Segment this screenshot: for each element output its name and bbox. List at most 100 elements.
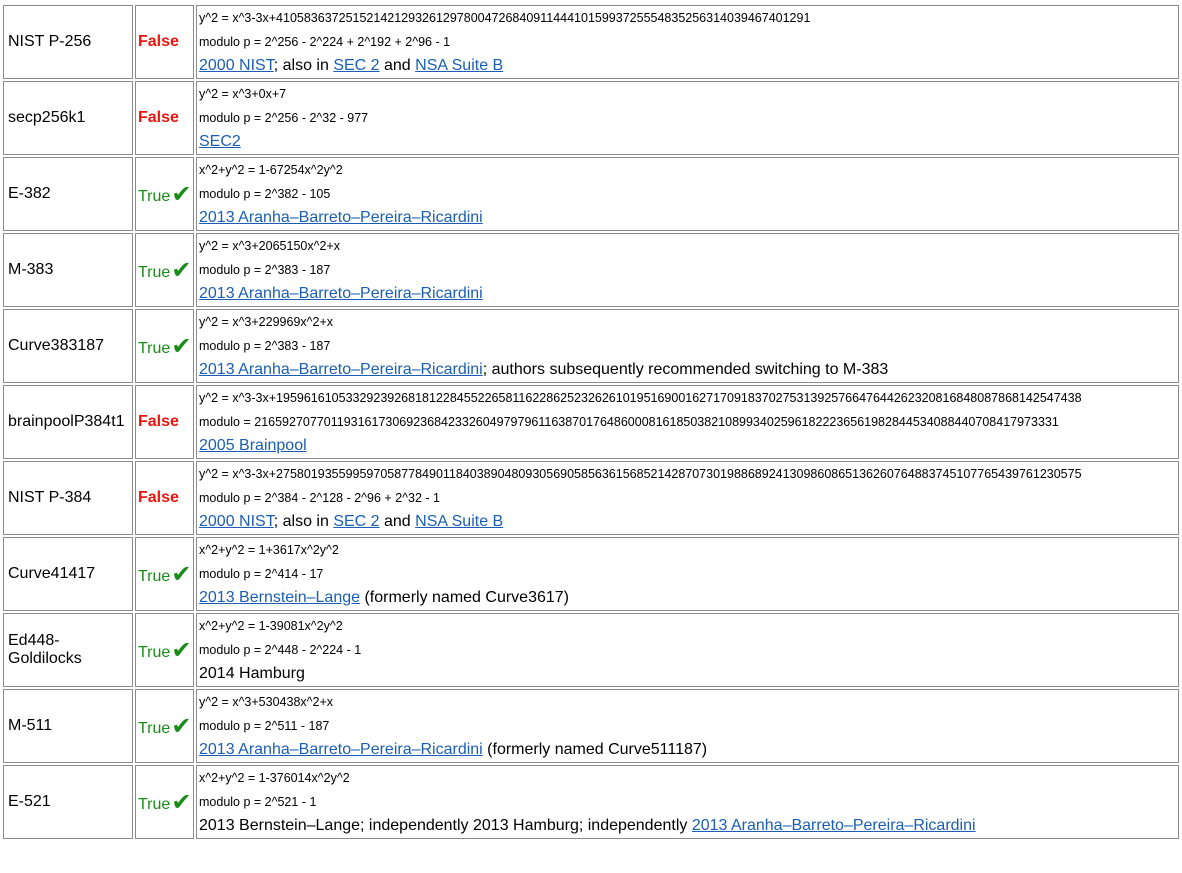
table-row: NIST P-384 False y^2 = x^3-3x+275801935599… <box>3 461 1179 535</box>
source-link[interactable]: 2013 Aranha–Barreto–Pereira–Ricardini <box>199 209 483 226</box>
source-link[interactable]: 2013 Aranha–Barreto–Pereira–Ricardini <box>199 361 483 378</box>
source-text: 2014 Hamburg <box>199 665 305 682</box>
safe-cell: True✔ <box>135 613 194 687</box>
curve-source: 2013 Bernstein–Lange; independently 2013… <box>199 814 1178 838</box>
curves-table: NIST P-256 False y^2 = x^3-3x+410583637251… <box>1 3 1181 841</box>
curve-modulo: modulo p = 2^414 - 17 <box>199 567 324 581</box>
source-link[interactable]: 2000 NIST <box>199 57 274 74</box>
safe-cell: True✔ <box>135 157 194 231</box>
curve-source: 2000 NIST; also in SEC 2 and NSA Suite B <box>199 510 1178 534</box>
table-row: Curve41417 True✔ x^2+y^2 = 1+3617x^2y^2 mod… <box>3 537 1179 611</box>
safe-cell: False <box>135 385 194 459</box>
source-text: (formerly named Curve3617) <box>360 589 569 606</box>
checkmark-icon: ✔ <box>171 636 192 664</box>
curve-details: x^2+y^2 = 1-67254x^2y^2 modulo p = 2^382 … <box>196 157 1179 231</box>
safe-true-label: True <box>138 795 171 813</box>
table-row: M-383 True✔ y^2 = x^3+2065150x^2+x modulo p… <box>3 233 1179 307</box>
curve-details: x^2+y^2 = 1-39081x^2y^2 modulo p = 2^448 … <box>196 613 1179 687</box>
source-link[interactable]: NSA Suite B <box>415 57 503 74</box>
curve-modulo: modulo p = 2^256 - 2^32 - 977 <box>199 111 369 125</box>
curve-details: y^2 = x^3+229969x^2+x modulo p = 2^383 - … <box>196 309 1179 383</box>
curve-modulo: modulo p = 2^256 - 2^224 + 2^192 + 2^96 … <box>199 35 451 49</box>
curve-source: 2014 Hamburg <box>199 662 1178 686</box>
source-link[interactable]: 2013 Aranha–Barreto–Pereira–Ricardini <box>692 817 976 834</box>
checkmark-icon: ✔ <box>171 788 192 816</box>
curve-modulo: modulo p = 2^384 - 2^128 - 2^96 + 2^32 -… <box>199 491 440 505</box>
curve-modulo: modulo p = 2^448 - 2^224 - 1 <box>199 643 362 657</box>
table-row: E-521 True✔ x^2+y^2 = 1-376014x^2y^2 modulo… <box>3 765 1179 839</box>
source-text: and <box>379 513 416 530</box>
curve-modulo: modulo = 2165927077011931617306923684233… <box>199 415 1059 429</box>
curve-modulo: modulo p = 2^511 - 187 <box>199 719 330 733</box>
curve-name: brainpoolP384t1 <box>3 385 133 459</box>
curve-source: SEC2 <box>199 130 1178 154</box>
curve-name: M-511 <box>3 689 133 763</box>
curve-details: y^2 = x^3-3x+410583637251521421293261297… <box>196 5 1179 79</box>
curve-name: secp256k1 <box>3 81 133 155</box>
source-link[interactable]: NSA Suite B <box>415 513 503 530</box>
curve-name: E-382 <box>3 157 133 231</box>
curve-equation: y^2 = x^3+530438x^2+x <box>199 695 334 709</box>
curve-source: 2013 Aranha–Barreto–Pereira–Ricardini (f… <box>199 738 1178 762</box>
curves-table-body: NIST P-256 False y^2 = x^3-3x+410583637251… <box>3 5 1179 839</box>
curve-details: x^2+y^2 = 1+3617x^2y^2 modulo p = 2^414 -… <box>196 537 1179 611</box>
table-row: Curve383187 True✔ y^2 = x^3+229969x^2+x mod… <box>3 309 1179 383</box>
curve-name: Curve383187 <box>3 309 133 383</box>
checkmark-icon: ✔ <box>171 256 192 284</box>
curve-equation: y^2 = x^3+229969x^2+x <box>199 315 334 329</box>
table-row: secp256k1 False y^2 = x^3+0x+7 modulo p = 2… <box>3 81 1179 155</box>
curve-details: y^2 = x^3+530438x^2+x modulo p = 2^511 - … <box>196 689 1179 763</box>
source-text: and <box>379 57 416 74</box>
source-text: 2013 Bernstein–Lange; independently 2013… <box>199 817 692 834</box>
curve-details: x^2+y^2 = 1-376014x^2y^2 modulo p = 2^521… <box>196 765 1179 839</box>
source-link[interactable]: SEC 2 <box>333 57 379 74</box>
source-link[interactable]: SEC 2 <box>333 513 379 530</box>
safe-cell: True✔ <box>135 309 194 383</box>
safe-cell: False <box>135 5 194 79</box>
safe-true-label: True <box>138 339 171 357</box>
checkmark-icon: ✔ <box>171 712 192 740</box>
curve-equation: y^2 = x^3+0x+7 <box>199 87 287 101</box>
safe-false-label: False <box>138 413 179 430</box>
curve-equation: y^2 = x^3-3x+195961610533292392681812284… <box>199 391 1082 405</box>
safe-true-label: True <box>138 643 171 661</box>
table-row: brainpoolP384t1 False y^2 = x^3-3x+1959616… <box>3 385 1179 459</box>
source-link[interactable]: 2013 Aranha–Barreto–Pereira–Ricardini <box>199 741 483 758</box>
source-text: ; authors subsequently recommended switc… <box>482 361 889 378</box>
curve-name: Curve41417 <box>3 537 133 611</box>
safe-false-label: False <box>138 33 179 50</box>
curve-modulo: modulo p = 2^383 - 187 <box>199 339 331 353</box>
curve-modulo: modulo p = 2^383 - 187 <box>199 263 331 277</box>
safe-cell: True✔ <box>135 537 194 611</box>
curve-source: 2013 Bernstein–Lange (formerly named Cur… <box>199 586 1178 610</box>
checkmark-icon: ✔ <box>171 560 192 588</box>
checkmark-icon: ✔ <box>171 332 192 360</box>
table-row: NIST P-256 False y^2 = x^3-3x+410583637251… <box>3 5 1179 79</box>
safe-true-label: True <box>138 263 171 281</box>
curve-source: 2005 Brainpool <box>199 434 1178 458</box>
safe-cell: False <box>135 81 194 155</box>
curve-details: y^2 = x^3+0x+7 modulo p = 2^256 - 2^32 - … <box>196 81 1179 155</box>
curve-equation: y^2 = x^3+2065150x^2+x <box>199 239 340 253</box>
curve-equation: x^2+y^2 = 1-39081x^2y^2 <box>199 619 343 633</box>
source-link[interactable]: 2000 NIST <box>199 513 274 530</box>
curve-details: y^2 = x^3-3x+275801935599597058778490118… <box>196 461 1179 535</box>
curve-name: Ed448-Goldilocks <box>3 613 133 687</box>
curve-equation: x^2+y^2 = 1-376014x^2y^2 <box>199 771 350 785</box>
source-link[interactable]: 2013 Aranha–Barreto–Pereira–Ricardini <box>199 285 483 302</box>
source-text: (formerly named Curve511187) <box>482 741 708 758</box>
source-link[interactable]: SEC2 <box>199 133 241 150</box>
source-link[interactable]: 2005 Brainpool <box>199 437 307 454</box>
safe-cell: True✔ <box>135 765 194 839</box>
safe-true-label: True <box>138 187 171 205</box>
curve-name: M-383 <box>3 233 133 307</box>
table-row: M-511 True✔ y^2 = x^3+530438x^2+x modulo p … <box>3 689 1179 763</box>
curve-name: NIST P-256 <box>3 5 133 79</box>
source-link[interactable]: 2013 Bernstein–Lange <box>199 589 360 606</box>
curve-modulo: modulo p = 2^382 - 105 <box>199 187 331 201</box>
curve-equation: x^2+y^2 = 1+3617x^2y^2 <box>199 543 339 557</box>
curve-modulo: modulo p = 2^521 - 1 <box>199 795 317 809</box>
safe-cell: False <box>135 461 194 535</box>
curve-source: 2013 Aranha–Barreto–Pereira–Ricardini; a… <box>199 358 1178 382</box>
curve-name: E-521 <box>3 765 133 839</box>
